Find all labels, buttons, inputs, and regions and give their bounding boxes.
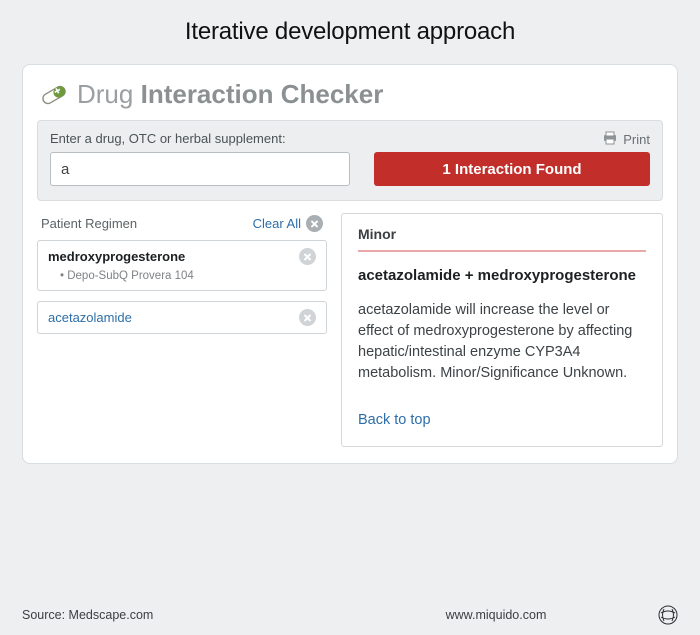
drug-name[interactable]: medroxyprogesterone bbox=[48, 249, 185, 264]
footer-site: www.miquido.com bbox=[338, 608, 654, 622]
interaction-description: acetazolamide will increase the level or… bbox=[358, 300, 646, 384]
back-to-top-link[interactable]: Back to top bbox=[358, 412, 646, 428]
miquido-logo-icon bbox=[654, 605, 678, 625]
regimen-item: medroxyprogesterone Depo-SubQ Provera 10… bbox=[37, 240, 327, 291]
interaction-combo: acetazolamide + medroxyprogesterone bbox=[358, 266, 646, 286]
remove-drug-button[interactable] bbox=[299, 248, 316, 265]
close-icon bbox=[306, 215, 323, 232]
patient-regimen-panel: Patient Regimen Clear All medroxyprogest… bbox=[37, 213, 327, 447]
print-icon bbox=[602, 131, 618, 148]
drug-name[interactable]: acetazolamide bbox=[48, 310, 132, 325]
clear-all-button[interactable]: Clear All bbox=[253, 215, 323, 232]
app-card: Drug Interaction Checker Enter a drug, O… bbox=[22, 64, 678, 464]
interactions-found-button[interactable]: 1 Interaction Found bbox=[374, 152, 650, 186]
search-panel: Enter a drug, OTC or herbal supplement: … bbox=[37, 120, 663, 201]
footer-source: Source: Medscape.com bbox=[22, 608, 338, 622]
remove-drug-button[interactable] bbox=[299, 309, 316, 326]
drug-subname: Depo-SubQ Provera 104 bbox=[38, 270, 326, 290]
page-title: Iterative development approach bbox=[0, 18, 700, 46]
severity-label: Minor bbox=[358, 226, 646, 252]
regimen-title: Patient Regimen bbox=[41, 216, 137, 231]
app-title: Drug Interaction Checker bbox=[77, 79, 383, 110]
pill-icon bbox=[39, 83, 69, 107]
print-button[interactable]: Print bbox=[602, 131, 650, 148]
regimen-item: acetazolamide bbox=[37, 301, 327, 334]
interaction-detail-panel: Minor acetazolamide + medroxyprogesteron… bbox=[341, 213, 663, 447]
search-label: Enter a drug, OTC or herbal supplement: bbox=[50, 131, 286, 146]
page-footer: Source: Medscape.com www.miquido.com bbox=[0, 605, 700, 625]
print-label: Print bbox=[623, 132, 650, 147]
clear-all-label: Clear All bbox=[253, 216, 301, 231]
app-header: Drug Interaction Checker bbox=[37, 75, 663, 120]
drug-search-input[interactable] bbox=[50, 152, 350, 186]
